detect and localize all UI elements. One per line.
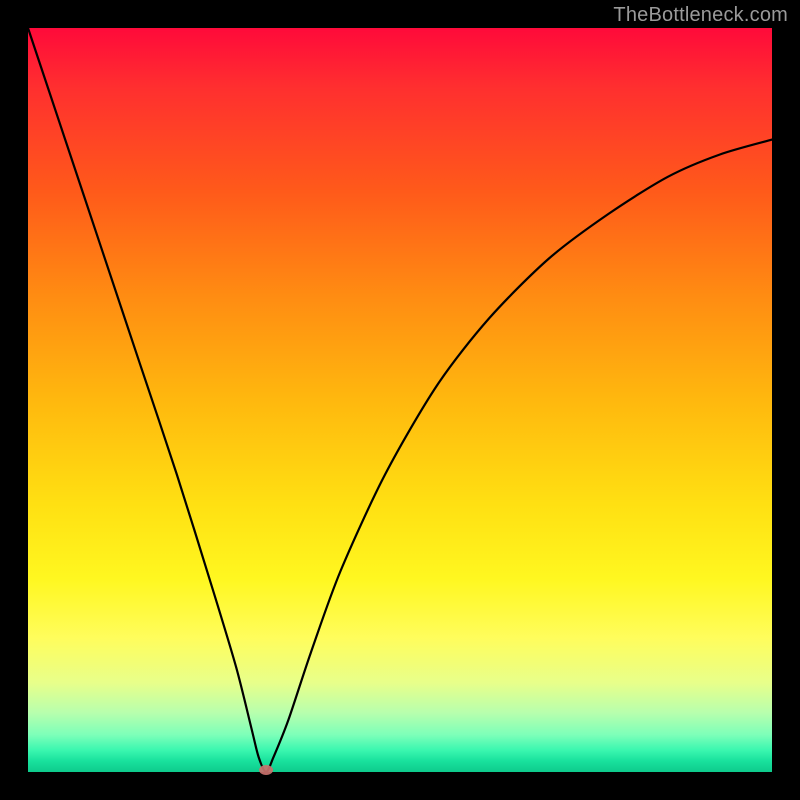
bottleneck-curve — [28, 28, 772, 772]
chart-frame: TheBottleneck.com — [0, 0, 800, 800]
curve-layer — [28, 28, 772, 772]
watermark-text: TheBottleneck.com — [613, 4, 788, 27]
plot-area — [28, 28, 772, 772]
minimum-marker — [259, 765, 273, 775]
